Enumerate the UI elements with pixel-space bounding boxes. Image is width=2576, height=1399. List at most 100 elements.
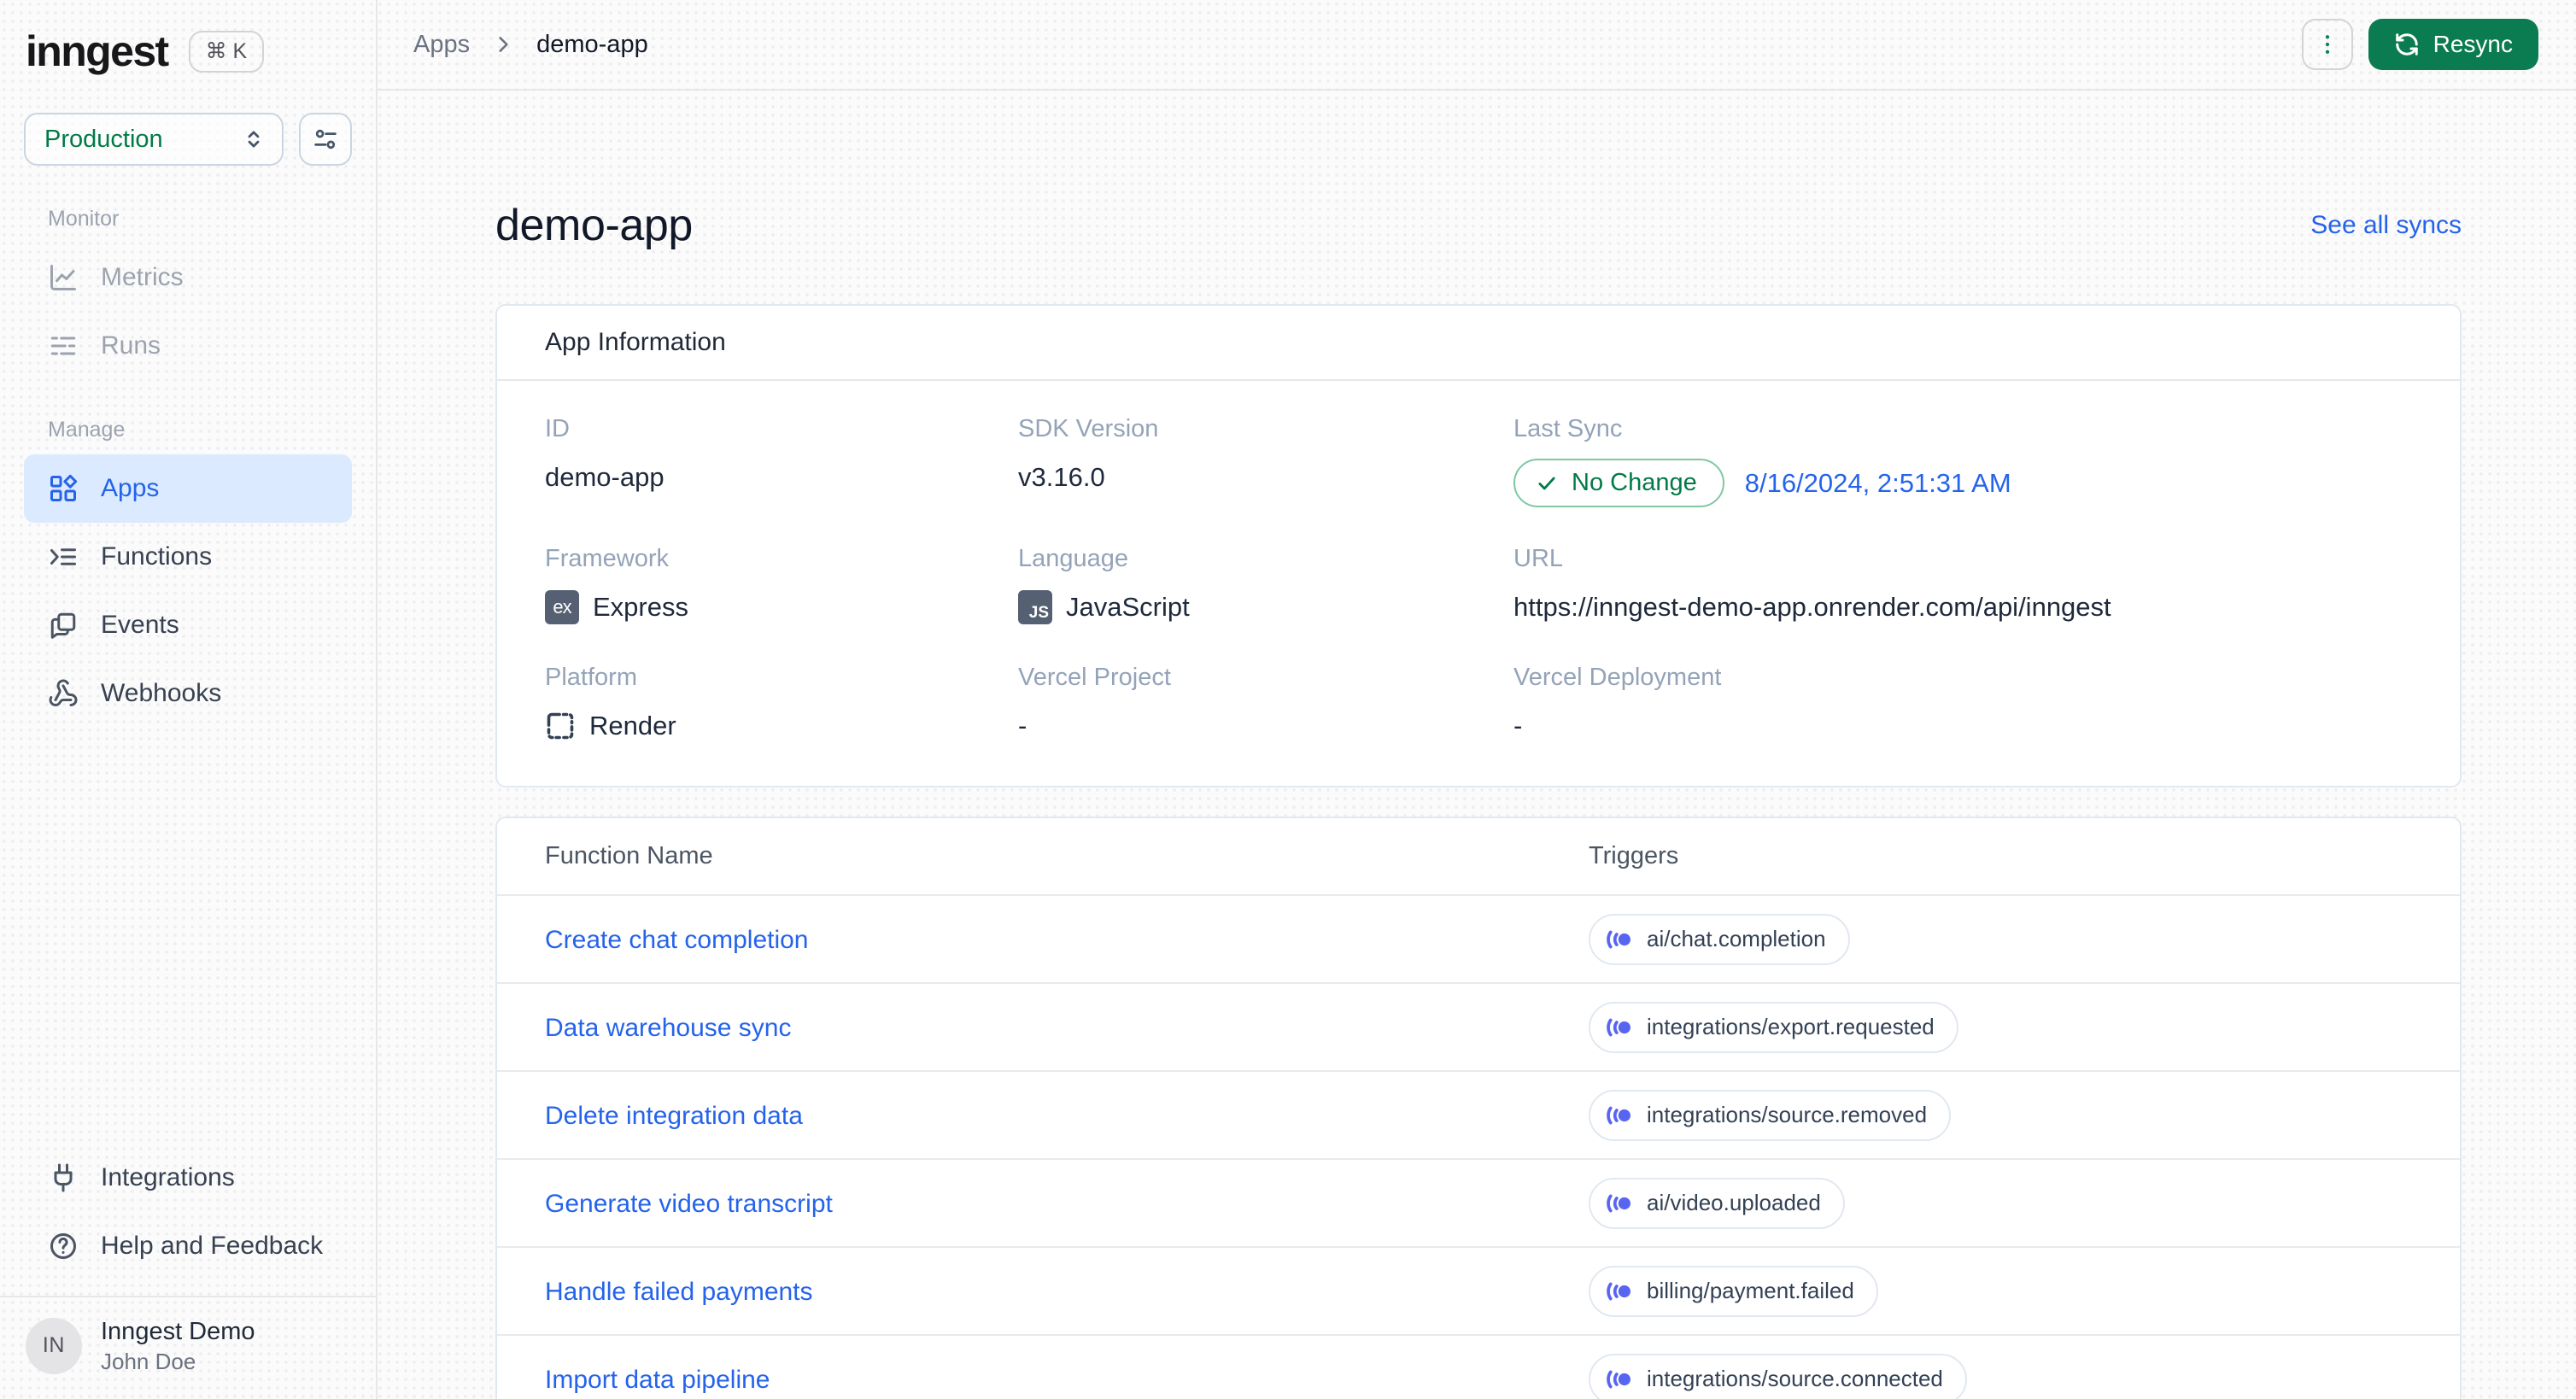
chevron-right-icon [492, 33, 514, 56]
app-information-header: App Information [497, 306, 2460, 381]
trigger-name: ai/chat.completion [1647, 926, 1826, 951]
sidebar-item-apps[interactable]: Apps [24, 454, 352, 523]
plug-icon [48, 1162, 79, 1193]
nav-section-monitor: Monitor [48, 207, 120, 231]
environment-settings-button[interactable] [299, 113, 352, 166]
chevron-up-down-icon [241, 126, 266, 152]
resync-button-label: Resync [2433, 31, 2513, 57]
sidebar-item-label: Help and Feedback [101, 1232, 324, 1261]
main-area: Apps demo-app Resync demo-app See all sy… [378, 0, 2576, 1399]
field-label: SDK Version [1018, 415, 1159, 442]
function-link[interactable]: Handle failed payments [545, 1278, 813, 1306]
field-label: Vercel Project [1018, 664, 1171, 691]
trigger-name: ai/video.uploaded [1647, 1190, 1821, 1215]
field-label: Language [1018, 545, 1129, 572]
event-trigger-icon [1606, 1102, 1633, 1129]
table-row: Handle failed payments billing/payment.f… [497, 1246, 2460, 1334]
field-framework: Framework ex Express [545, 545, 1018, 626]
sidebar-item-functions[interactable]: Functions [24, 523, 352, 591]
functions-icon [48, 541, 79, 572]
sidebar-item-help-feedback[interactable]: Help and Feedback [24, 1212, 352, 1280]
topbar: Apps demo-app Resync [378, 0, 2576, 91]
trigger-name: integrations/source.connected [1647, 1366, 1943, 1391]
field-label: Vercel Deployment [1513, 664, 1722, 691]
functions-table-card: Function Name Triggers Create chat compl… [495, 817, 2462, 1399]
table-row: Import data pipeline integrations/source… [497, 1334, 2460, 1399]
function-link[interactable]: Delete integration data [545, 1102, 803, 1130]
webhook-icon [48, 678, 79, 709]
sync-status-label: No Change [1572, 469, 1697, 496]
trigger-badge: ai/video.uploaded [1589, 1177, 1845, 1229]
function-link[interactable]: Data warehouse sync [545, 1014, 792, 1042]
apps-category-icon [48, 473, 79, 504]
app-url-value: https://inngest-demo-app.onrender.com/ap… [1513, 592, 2111, 622]
function-link[interactable]: Import data pipeline [545, 1366, 770, 1394]
field-value: - [1018, 711, 1027, 740]
field-id: ID demo-app [545, 415, 1018, 507]
event-trigger-icon [1606, 1190, 1633, 1217]
trigger-badge: ai/chat.completion [1589, 913, 1850, 965]
sidebar-item-label: Functions [101, 542, 213, 571]
trigger-badge: integrations/source.connected [1589, 1353, 1967, 1399]
sidebar-item-metrics[interactable]: Metrics [24, 243, 352, 312]
field-vercel-project: Vercel Project - [1018, 664, 1513, 745]
command-palette-shortcut[interactable]: ⌘ K [188, 30, 265, 73]
app-actions-menu-button[interactable] [2301, 19, 2353, 70]
trigger-badge: billing/payment.failed [1589, 1265, 1878, 1317]
inngest-logo[interactable]: inngest [26, 30, 169, 73]
field-value: demo-app [545, 462, 664, 492]
field-platform: Platform Render [545, 664, 1018, 745]
event-trigger-icon [1606, 1278, 1633, 1305]
breadcrumb-current: demo-app [536, 30, 648, 58]
user-name: John Doe [101, 1348, 196, 1374]
field-label: Last Sync [1513, 415, 1623, 442]
environment-select-value: Production [44, 125, 163, 153]
column-triggers: Triggers [1589, 842, 1679, 869]
column-function-name: Function Name [545, 842, 713, 869]
table-row: Delete integration data integrations/sou… [497, 1070, 2460, 1158]
user-org: Inngest Demo [101, 1318, 255, 1346]
help-circle-icon [48, 1231, 79, 1261]
field-label: URL [1513, 545, 1564, 572]
field-value: Render [589, 711, 676, 740]
field-url: URL https://inngest-demo-app.onrender.co… [1513, 545, 2412, 626]
render-platform-icon [545, 711, 576, 741]
sidebar-item-label: Runs [101, 331, 161, 360]
sliders-icon [311, 125, 340, 154]
kebab-icon [2315, 32, 2340, 57]
sidebar-item-label: Apps [101, 474, 160, 502]
sidebar-item-events[interactable]: Events [24, 591, 352, 659]
app-root: inngest ⌘ K Production Monitor Metrics R… [0, 0, 2576, 1399]
events-icon [48, 610, 79, 641]
field-value: v3.16.0 [1018, 462, 1105, 492]
field-sdk-version: SDK Version v3.16.0 [1018, 415, 1513, 507]
field-value: - [1513, 711, 1523, 740]
page-title: demo-app [495, 201, 693, 250]
event-trigger-icon [1606, 1366, 1633, 1393]
field-label: Platform [545, 664, 637, 691]
user-menu[interactable]: IN Inngest Demo John Doe [24, 1297, 352, 1399]
field-last-sync: Last Sync No Change 8/16/2024, 2:51:31 A… [1513, 415, 2412, 507]
function-link[interactable]: Create chat completion [545, 926, 809, 954]
page-content: demo-app See all syncs App Information I… [378, 91, 2576, 1399]
sidebar-nav: Monitor Metrics Runs Manage Apps Functio… [24, 207, 352, 728]
field-vercel-deployment: Vercel Deployment - [1513, 664, 2412, 745]
sidebar: inngest ⌘ K Production Monitor Metrics R… [0, 0, 378, 1399]
last-sync-time-link[interactable]: 8/16/2024, 2:51:31 AM [1745, 468, 2011, 499]
sidebar-item-webhooks[interactable]: Webhooks [24, 659, 352, 728]
sidebar-item-label: Webhooks [101, 679, 222, 707]
resync-button[interactable]: Resync [2368, 19, 2538, 70]
express-icon: ex [545, 590, 579, 624]
sidebar-item-runs[interactable]: Runs [24, 312, 352, 380]
trigger-badge: integrations/source.removed [1589, 1089, 1952, 1141]
function-link[interactable]: Generate video transcript [545, 1190, 833, 1218]
app-information-card: App Information ID demo-app SDK Version … [495, 304, 2462, 787]
see-all-syncs-link[interactable]: See all syncs [2310, 211, 2462, 240]
sync-icon [2394, 32, 2420, 57]
environment-select[interactable]: Production [24, 113, 284, 166]
sidebar-item-integrations[interactable]: Integrations [24, 1144, 352, 1212]
breadcrumb-apps[interactable]: Apps [413, 31, 470, 59]
sync-status-badge: No Change [1513, 459, 1724, 507]
functions-table-header: Function Name Triggers [497, 818, 2460, 894]
breadcrumb: Apps demo-app [413, 31, 648, 59]
